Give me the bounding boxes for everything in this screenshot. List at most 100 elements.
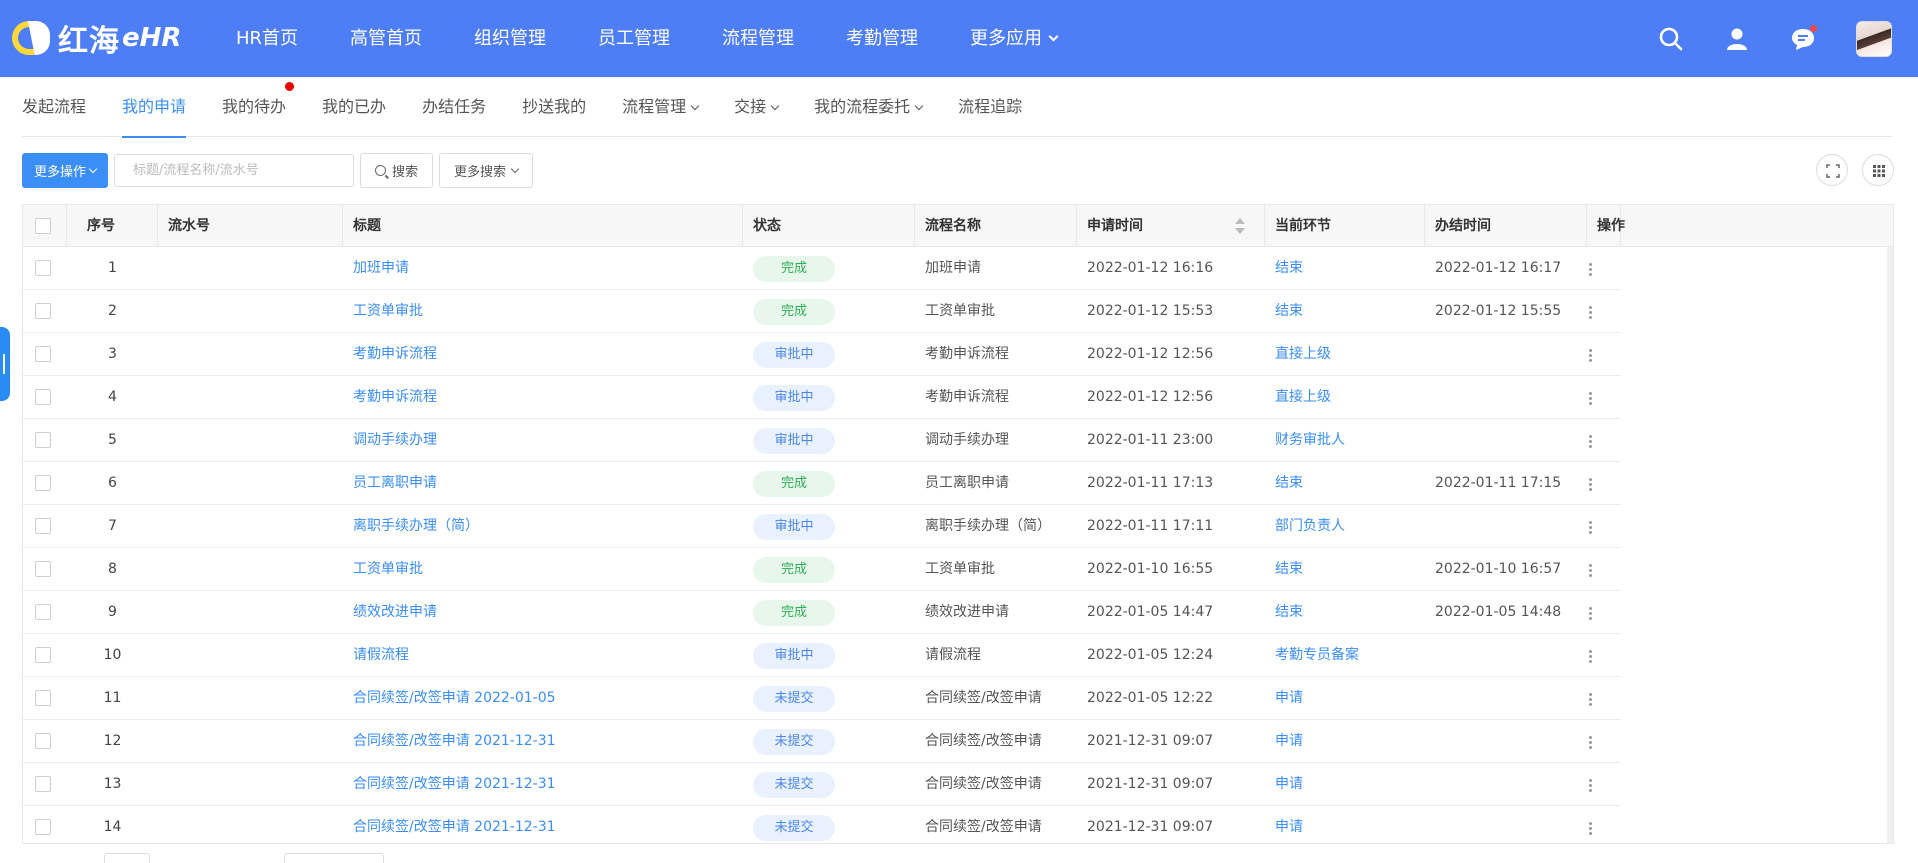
more-actions-icon[interactable] bbox=[1589, 521, 1592, 535]
user-icon[interactable] bbox=[1724, 26, 1750, 52]
row-title-link[interactable]: 请假流程 bbox=[343, 634, 743, 676]
sort-icon[interactable] bbox=[1235, 218, 1245, 234]
row-checkbox[interactable] bbox=[35, 475, 51, 491]
row-checkbox[interactable] bbox=[35, 518, 51, 534]
row-title-link[interactable]: 合同续签/改签申请 2021-12-31 bbox=[343, 720, 743, 762]
col-apply-time-header[interactable]: 申请时间 bbox=[1077, 205, 1265, 247]
more-search-button[interactable]: 更多搜索 bbox=[439, 153, 534, 188]
table-row[interactable]: 6 员工离职申请 完成 员工离职申请 2022-01-11 17:13 结束 2022-01… bbox=[23, 462, 1621, 505]
row-checkbox[interactable] bbox=[35, 733, 51, 749]
row-current-node-link[interactable]: 部门负责人 bbox=[1265, 505, 1425, 547]
table-row[interactable]: 13 合同续签/改签申请 2021-12-31 未提交 合同续签/改签申请 2021-1… bbox=[23, 763, 1621, 806]
search-button[interactable]: 搜索 bbox=[360, 153, 434, 188]
brand-logo[interactable]: 红海 eHR bbox=[12, 14, 181, 62]
tab-start-flow[interactable]: 发起流程 bbox=[22, 77, 86, 137]
column-settings-button[interactable] bbox=[1862, 154, 1894, 186]
tab-handover[interactable]: 交接 bbox=[734, 77, 780, 137]
table-row[interactable]: 12 合同续签/改签申请 2021-12-31 未提交 合同续签/改签申请 2021-1… bbox=[23, 720, 1621, 763]
tab-my-delegation[interactable]: 我的流程委托 bbox=[814, 77, 924, 137]
table-row[interactable]: 14 合同续签/改签申请 2021-12-31 未提交 合同续签/改签申请 2021-1… bbox=[23, 806, 1621, 843]
table-row[interactable]: 4 考勤申诉流程 审批中 考勤申诉流程 2022-01-12 12:56 直接上级 bbox=[23, 376, 1621, 419]
row-checkbox[interactable] bbox=[35, 561, 51, 577]
row-checkbox[interactable] bbox=[35, 776, 51, 792]
row-current-node-link[interactable]: 结束 bbox=[1265, 591, 1425, 633]
search-icon[interactable] bbox=[1658, 26, 1684, 52]
row-current-node-link[interactable]: 申请 bbox=[1265, 677, 1425, 719]
tab-flow-management[interactable]: 流程管理 bbox=[622, 77, 700, 137]
page-size-select[interactable] bbox=[104, 853, 150, 863]
page-jump-input[interactable] bbox=[284, 853, 384, 863]
row-current-node-link[interactable]: 考勤专员备案 bbox=[1265, 634, 1425, 676]
nav-employee[interactable]: 员工管理 bbox=[572, 0, 696, 77]
row-checkbox[interactable] bbox=[35, 432, 51, 448]
row-checkbox[interactable] bbox=[35, 819, 51, 835]
row-title-link[interactable]: 绩效改进申请 bbox=[343, 591, 743, 633]
tab-closed-tasks[interactable]: 办结任务 bbox=[422, 77, 486, 137]
row-checkbox[interactable] bbox=[35, 647, 51, 663]
row-title-link[interactable]: 合同续签/改签申请 2021-12-31 bbox=[343, 763, 743, 805]
row-title-link[interactable]: 合同续签/改签申请 2021-12-31 bbox=[343, 806, 743, 843]
row-current-node-link[interactable]: 申请 bbox=[1265, 806, 1425, 843]
nav-exec-home[interactable]: 高管首页 bbox=[324, 0, 448, 77]
row-current-node-link[interactable]: 申请 bbox=[1265, 720, 1425, 762]
row-current-node-link[interactable]: 申请 bbox=[1265, 763, 1425, 805]
row-checkbox[interactable] bbox=[35, 260, 51, 276]
fullscreen-button[interactable] bbox=[1816, 154, 1848, 186]
more-actions-icon[interactable] bbox=[1589, 779, 1592, 793]
row-title-link[interactable]: 员工离职申请 bbox=[343, 462, 743, 504]
more-actions-icon[interactable] bbox=[1589, 349, 1592, 363]
tab-my-done[interactable]: 我的已办 bbox=[322, 77, 386, 137]
nav-attendance[interactable]: 考勤管理 bbox=[820, 0, 944, 77]
more-actions-icon[interactable] bbox=[1589, 392, 1592, 406]
row-current-node-link[interactable]: 结束 bbox=[1265, 247, 1425, 289]
more-actions-icon[interactable] bbox=[1589, 564, 1592, 578]
more-actions-icon[interactable] bbox=[1589, 822, 1592, 836]
row-checkbox[interactable] bbox=[35, 389, 51, 405]
row-title-link[interactable]: 离职手续办理（简） bbox=[343, 505, 743, 547]
nav-workflow[interactable]: 流程管理 bbox=[696, 0, 820, 77]
message-icon[interactable] bbox=[1790, 24, 1817, 52]
table-row[interactable]: 9 绩效改进申请 完成 绩效改进申请 2022-01-05 14:47 结束 2022-01… bbox=[23, 591, 1621, 634]
more-actions-icon[interactable] bbox=[1589, 435, 1592, 449]
row-current-node-link[interactable]: 财务审批人 bbox=[1265, 419, 1425, 461]
more-actions-icon[interactable] bbox=[1589, 693, 1592, 707]
table-row[interactable]: 7 离职手续办理（简） 审批中 离职手续办理（简） 2022-01-11 17:11 部门… bbox=[23, 505, 1621, 548]
row-current-node-link[interactable]: 直接上级 bbox=[1265, 333, 1425, 375]
row-title-link[interactable]: 考勤申诉流程 bbox=[343, 333, 743, 375]
table-row[interactable]: 2 工资单审批 完成 工资单审批 2022-01-12 15:53 结束 2022-01-1… bbox=[23, 290, 1621, 333]
more-actions-icon[interactable] bbox=[1589, 478, 1592, 492]
row-checkbox[interactable] bbox=[35, 604, 51, 620]
row-title-link[interactable]: 合同续签/改签申请 2022-01-05 bbox=[343, 677, 743, 719]
tab-cc-me[interactable]: 抄送我的 bbox=[522, 77, 586, 137]
row-title-link[interactable]: 考勤申诉流程 bbox=[343, 376, 743, 418]
more-actions-icon[interactable] bbox=[1589, 607, 1592, 621]
more-actions-icon[interactable] bbox=[1589, 306, 1592, 320]
nav-more-apps[interactable]: 更多应用 bbox=[944, 0, 1083, 77]
table-row[interactable]: 8 工资单审批 完成 工资单审批 2022-01-10 16:55 结束 2022-01-1… bbox=[23, 548, 1621, 591]
row-checkbox[interactable] bbox=[35, 346, 51, 362]
row-current-node-link[interactable]: 直接上级 bbox=[1265, 376, 1425, 418]
row-current-node-link[interactable]: 结束 bbox=[1265, 548, 1425, 590]
nav-hr-home[interactable]: HR首页 bbox=[210, 0, 324, 77]
more-operations-button[interactable]: 更多操作 bbox=[22, 153, 109, 188]
row-checkbox[interactable] bbox=[35, 690, 51, 706]
table-row[interactable]: 11 合同续签/改签申请 2022-01-05 未提交 合同续签/改签申请 2022-0… bbox=[23, 677, 1621, 720]
select-all-checkbox[interactable] bbox=[35, 218, 51, 234]
avatar[interactable] bbox=[1856, 20, 1892, 57]
row-checkbox[interactable] bbox=[35, 303, 51, 319]
more-actions-icon[interactable] bbox=[1589, 650, 1592, 664]
more-actions-icon[interactable] bbox=[1589, 736, 1592, 750]
tab-my-todo[interactable]: 我的待办 bbox=[222, 77, 295, 137]
row-title-link[interactable]: 工资单审批 bbox=[343, 548, 743, 590]
tab-my-applications[interactable]: 我的申请 bbox=[122, 77, 187, 138]
table-row[interactable]: 10 请假流程 审批中 请假流程 2022-01-05 12:24 考勤专员备案 bbox=[23, 634, 1621, 677]
row-title-link[interactable]: 调动手续办理 bbox=[343, 419, 743, 461]
row-current-node-link[interactable]: 结束 bbox=[1265, 290, 1425, 332]
table-row[interactable]: 3 考勤申诉流程 审批中 考勤申诉流程 2022-01-12 12:56 直接上级 bbox=[23, 333, 1621, 376]
row-current-node-link[interactable]: 结束 bbox=[1265, 462, 1425, 504]
search-input[interactable] bbox=[114, 154, 355, 187]
table-row[interactable]: 1 加班申请 完成 加班申请 2022-01-12 16:16 结束 2022-01-12 … bbox=[23, 247, 1621, 290]
more-actions-icon[interactable] bbox=[1589, 263, 1592, 277]
row-title-link[interactable]: 工资单审批 bbox=[343, 290, 743, 332]
nav-org[interactable]: 组织管理 bbox=[448, 0, 572, 77]
